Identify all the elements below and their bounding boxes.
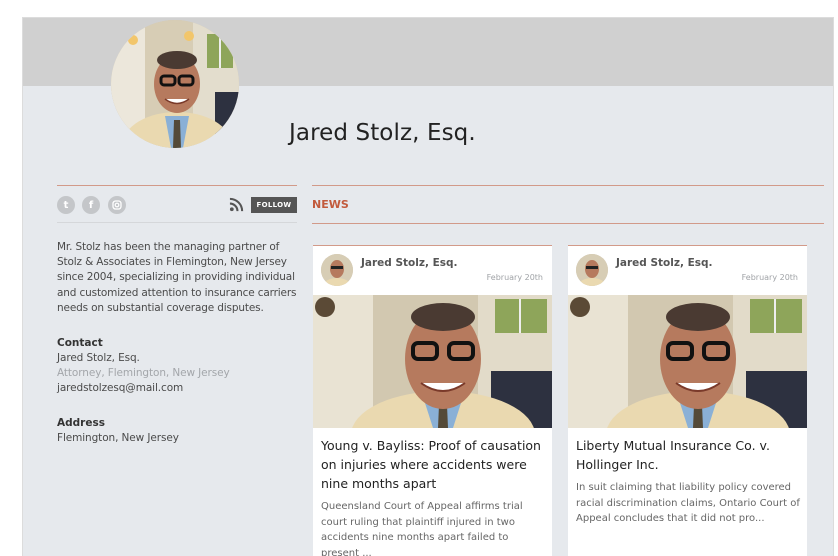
- news-section: NEWS: [312, 185, 824, 224]
- card-date: February 20th: [741, 273, 798, 282]
- card-author[interactable]: Jared Stolz, Esq.: [361, 257, 458, 269]
- profile-name: Jared Stolz, Esq.: [289, 120, 476, 146]
- card-excerpt: In suit claiming that liability policy c…: [576, 482, 800, 524]
- follow-button[interactable]: FOLLOW: [251, 197, 297, 213]
- address-heading: Address: [57, 417, 105, 430]
- instagram-icon[interactable]: [108, 196, 126, 214]
- twitter-icon[interactable]: t: [57, 196, 75, 214]
- author-avatar: [321, 254, 353, 286]
- card-image[interactable]: [313, 295, 552, 428]
- card-author[interactable]: Jared Stolz, Esq.: [616, 257, 713, 269]
- card-title[interactable]: Young v. Bayliss: Proof of causation on …: [321, 436, 545, 493]
- facebook-icon[interactable]: f: [82, 196, 100, 214]
- card-title[interactable]: Liberty Mutual Insurance Co. v. Hollinge…: [576, 436, 800, 474]
- contact-name: Jared Stolz, Esq.: [57, 352, 140, 365]
- address-value: Flemington, New Jersey: [57, 432, 179, 445]
- contact-email[interactable]: jaredstolzesq@mail.com: [57, 381, 297, 396]
- rss-icon[interactable]: [229, 197, 244, 212]
- divider: [312, 223, 824, 224]
- contact-title: Attorney, Flemington, New Jersey: [57, 367, 230, 380]
- news-card[interactable]: Jared Stolz, Esq. February 20th Young v.…: [313, 245, 552, 556]
- news-label: NEWS: [312, 198, 349, 211]
- social-links: t f FOLLOW: [57, 186, 297, 222]
- card-image[interactable]: [568, 295, 807, 428]
- card-excerpt: Queensland Court of Appeal affirms trial…: [321, 501, 523, 556]
- divider: [57, 222, 297, 223]
- profile-bio: Mr. Stolz has been the managing partner …: [57, 241, 297, 314]
- profile-avatar[interactable]: [111, 20, 239, 148]
- profile-sidebar: t f FOLLOW Mr. Stolz has been the managi…: [57, 185, 297, 446]
- card-date: February 20th: [486, 273, 543, 282]
- author-avatar: [576, 254, 608, 286]
- news-card[interactable]: Jared Stolz, Esq. February 20th Liberty …: [568, 245, 807, 556]
- contact-heading: Contact: [57, 337, 103, 350]
